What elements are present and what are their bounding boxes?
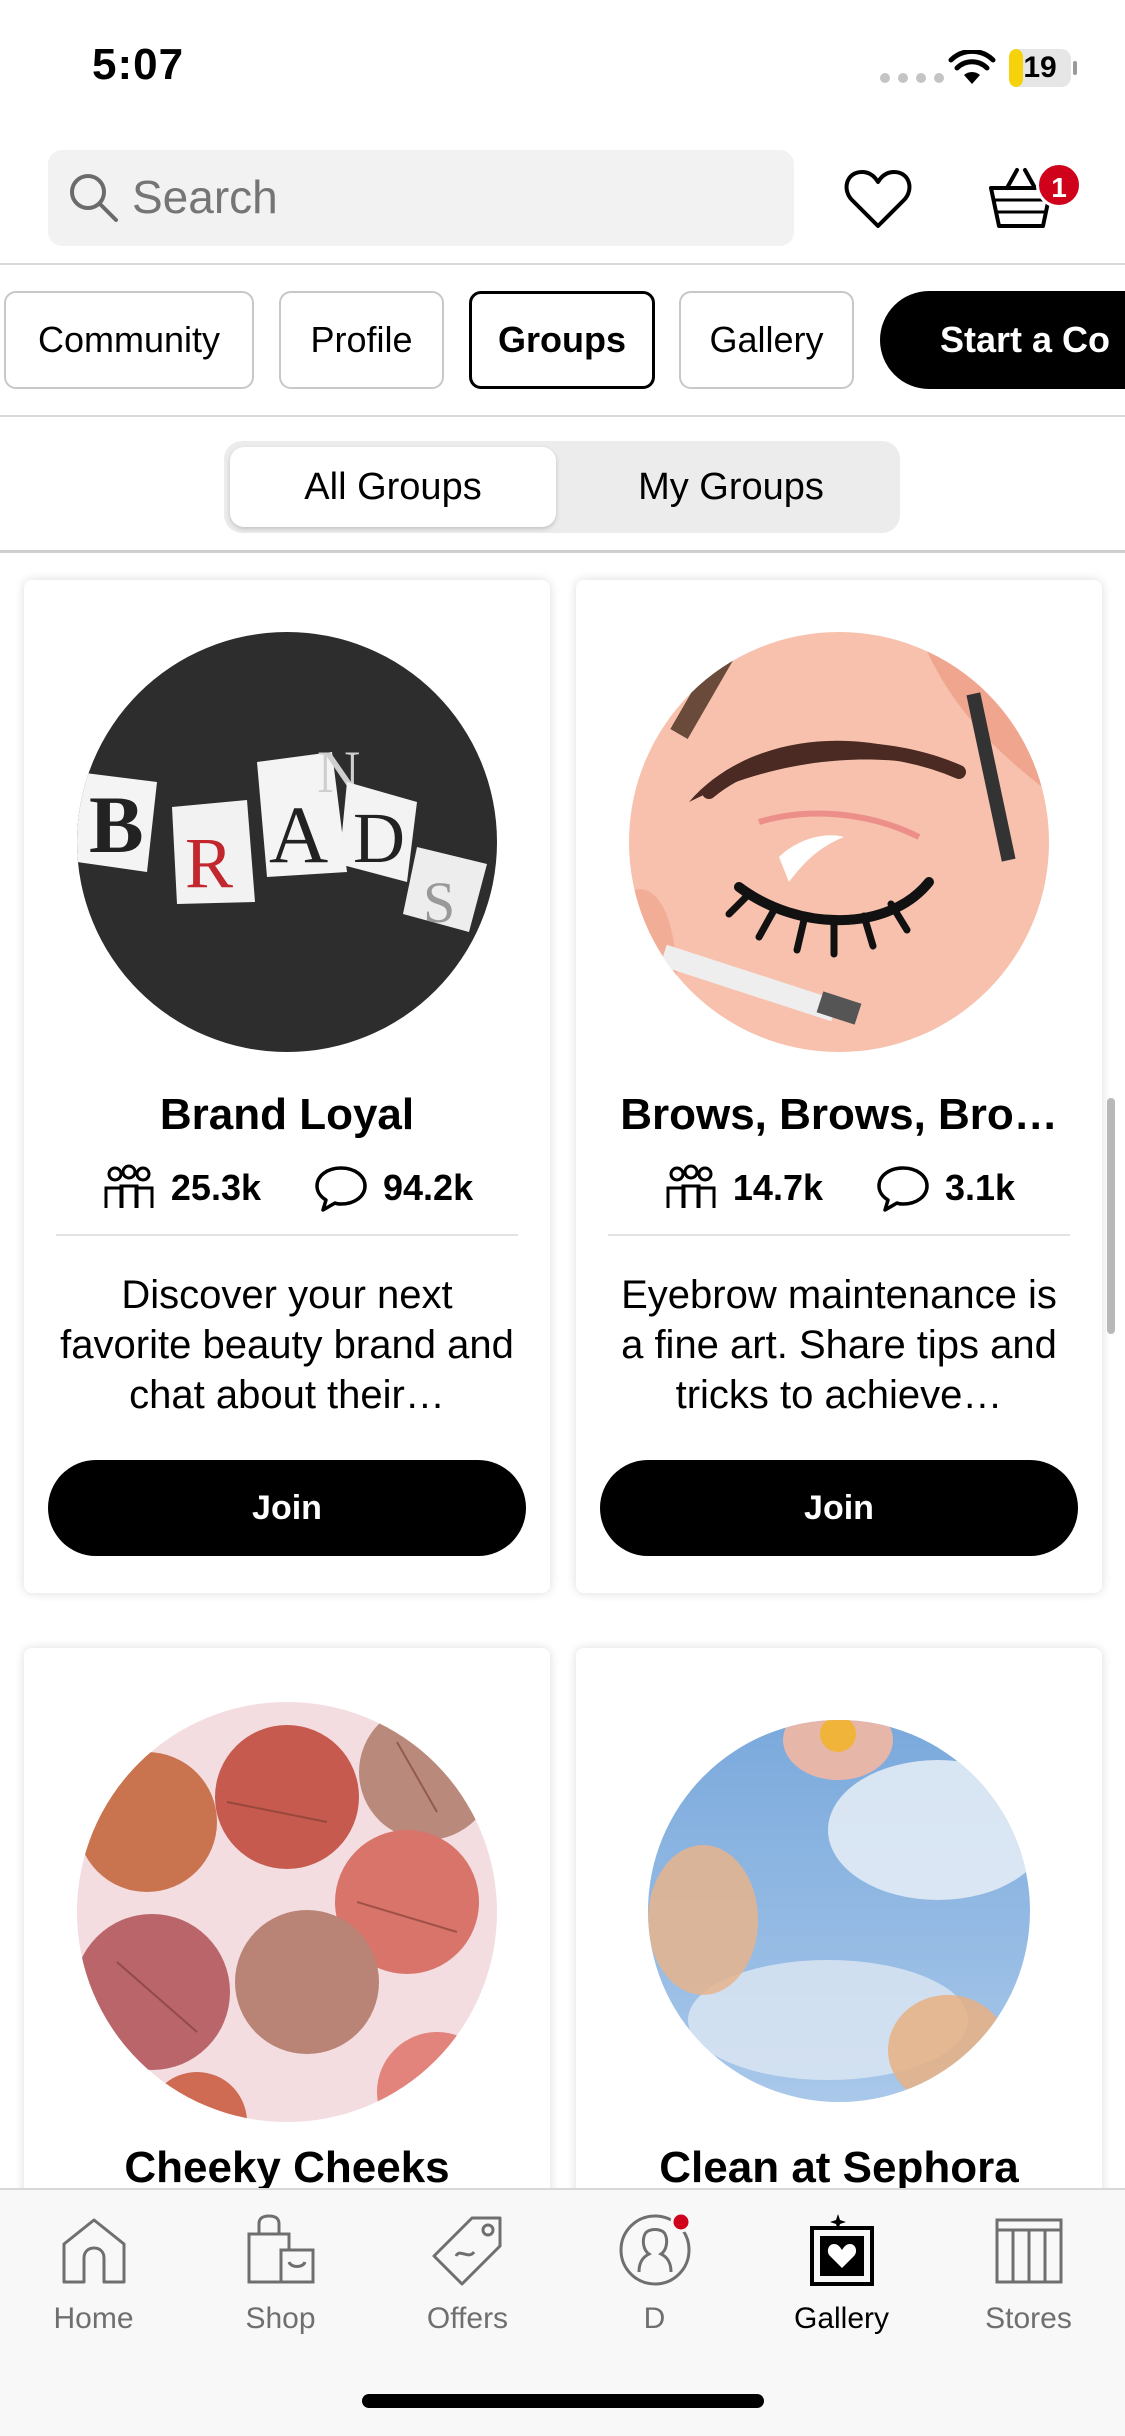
nav-label: Home — [53, 2302, 134, 2335]
card-divider — [56, 1234, 518, 1236]
group-stats: 25.3k 94.2k — [24, 1158, 550, 1218]
comments-count: 3.1k — [945, 1167, 1016, 1208]
tab-gallery[interactable]: Gallery — [679, 291, 854, 389]
members-stat: 25.3k — [101, 1160, 261, 1216]
comment-icon — [315, 1166, 367, 1212]
tab-groups[interactable]: Groups — [469, 291, 655, 389]
nav-label: D — [643, 2302, 666, 2335]
nav-offers[interactable]: Offers — [374, 2210, 561, 2360]
group-image: B R A N D S — [77, 632, 497, 1052]
members-count: 25.3k — [170, 1167, 261, 1208]
start-conversation-button[interactable]: Start a Co — [880, 291, 1125, 389]
group-card-clean-at-sephora[interactable]: Clean at Sephora — [576, 1648, 1102, 2248]
nav-home[interactable]: Home — [0, 2210, 187, 2360]
tab-profile[interactable]: Profile — [279, 291, 444, 389]
group-image — [648, 1720, 1030, 2102]
group-card-cheeky-cheeks[interactable]: Cheeky Cheeks — [24, 1648, 550, 2248]
svg-text:R: R — [185, 823, 233, 903]
nav-label: Offers — [426, 2302, 509, 2335]
svg-text:B: B — [89, 779, 144, 870]
nav-label: Shop — [245, 2302, 316, 2335]
wifi-icon — [948, 50, 996, 84]
nav-shop[interactable]: Shop — [187, 2210, 374, 2360]
group-card-brows[interactable]: Brows, Brows, Bro… 14.7k 3.1k Eyebrow ma… — [576, 580, 1102, 1593]
home-indicator[interactable] — [362, 2394, 764, 2408]
nav-profile[interactable]: D — [561, 2210, 748, 2360]
tab-community[interactable]: Community — [4, 291, 254, 389]
members-icon — [104, 1164, 154, 1208]
heart-icon[interactable] — [842, 162, 914, 234]
profile-icon — [619, 2211, 691, 2286]
group-image — [77, 1702, 497, 2122]
svg-text:S: S — [423, 870, 455, 935]
search-input[interactable] — [132, 168, 772, 226]
nav-stores[interactable]: Stores — [935, 2210, 1122, 2360]
header: 1 — [0, 140, 1125, 265]
members-stat: 14.7k — [663, 1160, 823, 1216]
blush-palette-image — [77, 1702, 497, 2122]
card-divider — [608, 1234, 1070, 1236]
nav-gallery[interactable]: Gallery — [748, 2210, 935, 2360]
scroll-indicator — [1107, 1098, 1115, 1334]
store-icon — [995, 2218, 1062, 2284]
join-button[interactable]: Join — [600, 1460, 1078, 1556]
segmented-control: All Groups My Groups — [224, 441, 900, 533]
group-card-brand-loyal[interactable]: B R A N D S Brand Loyal 25.3k 94.2k Disc… — [24, 580, 550, 1593]
svg-text:D: D — [353, 798, 405, 878]
signal-icon — [880, 73, 944, 83]
members-count: 14.7k — [732, 1167, 823, 1208]
join-button[interactable]: Join — [48, 1460, 526, 1556]
home-icon — [62, 2218, 125, 2284]
nav-label: Gallery — [793, 2302, 890, 2335]
groups-filter: All Groups My Groups — [0, 419, 1125, 553]
eyebrow-illustration-image — [629, 632, 1049, 1052]
my-groups-segment[interactable]: My Groups — [568, 447, 894, 527]
members-icon — [666, 1164, 716, 1208]
group-title: Brows, Brows, Bro… — [620, 1090, 1058, 1139]
battery-level: 19 — [1023, 51, 1057, 84]
community-tabs: Community Profile Groups Gallery Start a… — [0, 267, 1125, 417]
comments-stat: 3.1k — [875, 1160, 1015, 1216]
status-bar: 5:07 19 — [0, 0, 1125, 140]
all-groups-segment[interactable]: All Groups — [230, 447, 556, 527]
nav-label: Stores — [985, 2302, 1072, 2335]
sky-flowers-image — [648, 1720, 1030, 2102]
comment-icon — [877, 1166, 929, 1212]
status-time: 5:07 — [92, 40, 185, 89]
cart-count-badge: 1 — [1036, 162, 1082, 208]
group-image — [629, 632, 1049, 1052]
group-description: Discover your next favorite beauty brand… — [60, 1273, 514, 1417]
shop-bag-icon — [247, 2214, 314, 2284]
gallery-icon — [809, 2214, 874, 2286]
group-description: Eyebrow maintenance is a fine art. Share… — [621, 1273, 1057, 1417]
brands-logo-image: B R A N D S — [77, 632, 497, 1052]
comments-count: 94.2k — [383, 1167, 474, 1208]
group-title: Brand Loyal — [159, 1090, 415, 1139]
group-title: Clean at Sephora — [659, 2143, 1019, 2192]
tag-icon — [432, 2216, 501, 2286]
group-title: Cheeky Cheeks — [124, 2143, 450, 2192]
comments-stat: 94.2k — [313, 1160, 473, 1216]
group-stats: 14.7k 3.1k — [576, 1158, 1102, 1218]
search-icon — [70, 174, 118, 222]
